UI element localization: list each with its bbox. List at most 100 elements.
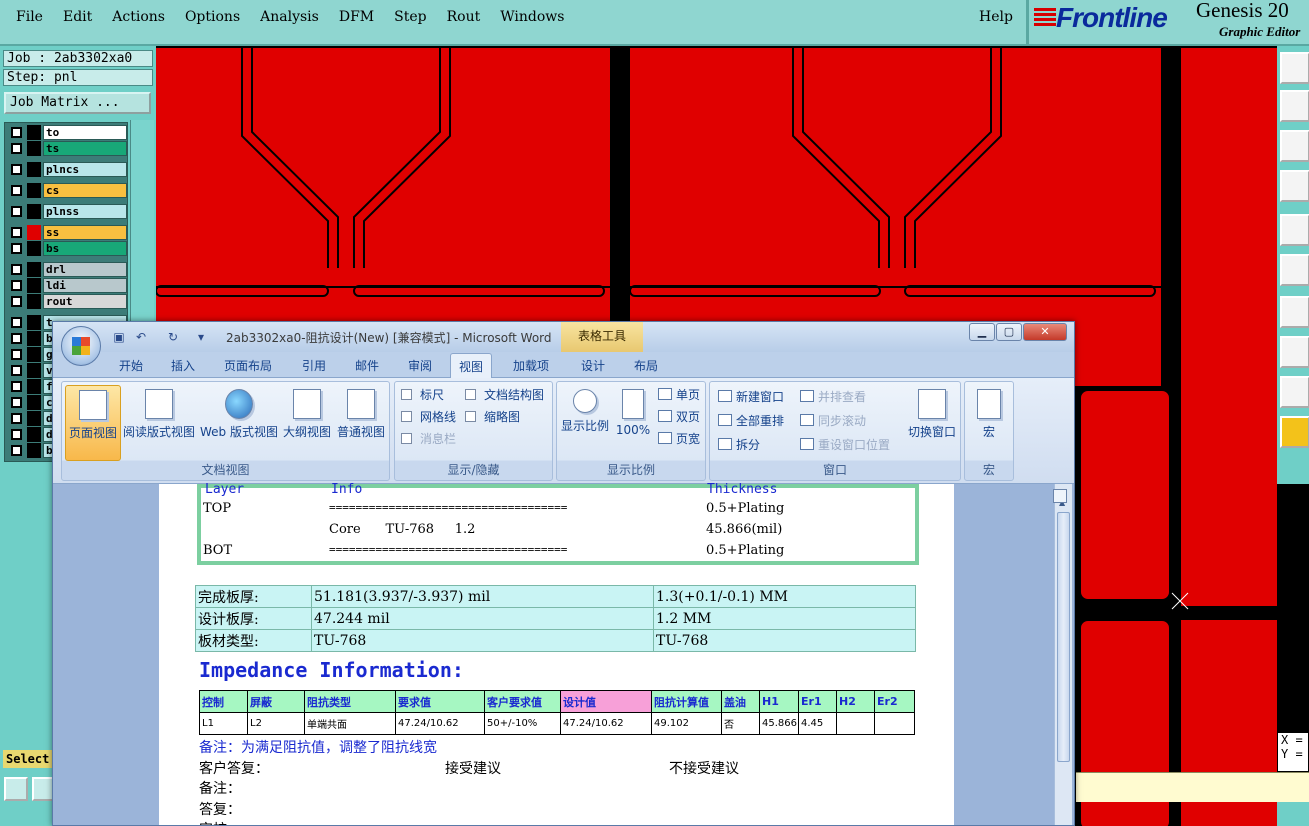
menu-analysis[interactable]: Analysis	[260, 9, 319, 25]
layer-row[interactable]: bs	[7, 241, 127, 256]
layer-checkbox[interactable]	[11, 381, 22, 392]
layer-row[interactable]: ss	[7, 225, 127, 240]
tab-insert[interactable]: 插入	[171, 357, 195, 374]
tab-review[interactable]: 审阅	[408, 357, 432, 374]
layer-color-swatch[interactable]	[27, 241, 41, 256]
layer-row[interactable]: ts	[7, 141, 127, 156]
switch-windows-button[interactable]: 切换窗口	[904, 385, 960, 461]
document-scrollbar[interactable]: ▲	[1054, 484, 1072, 825]
layer-color-swatch[interactable]	[27, 395, 41, 410]
tab-layout[interactable]: 布局	[634, 357, 658, 374]
menu-actions[interactable]: Actions	[112, 9, 165, 25]
tab-home[interactable]: 开始	[119, 357, 143, 374]
layer-row[interactable]: drl	[7, 262, 127, 277]
layer-name[interactable]: rout	[43, 294, 127, 309]
undo-icon[interactable]: ↶	[133, 329, 149, 345]
layer-name[interactable]: plncs	[43, 162, 127, 177]
tab-design[interactable]: 设计	[581, 357, 605, 374]
ruler-checkbox[interactable]: 标尺	[401, 386, 444, 404]
layer-checkbox[interactable]	[11, 296, 22, 307]
layer-checkbox[interactable]	[11, 397, 22, 408]
thumbnails-checkbox[interactable]: 缩略图	[465, 408, 520, 426]
menu-options[interactable]: Options	[185, 9, 240, 25]
office-button[interactable]	[61, 326, 101, 366]
layer-checkbox[interactable]	[11, 143, 22, 154]
layer-color-swatch[interactable]	[27, 363, 41, 378]
menu-help[interactable]: Help	[979, 9, 1013, 25]
reset-position-button[interactable]: 重设窗口位置	[800, 436, 890, 454]
layer-checkbox[interactable]	[11, 429, 22, 440]
menu-edit[interactable]: Edit	[63, 9, 92, 25]
select-label[interactable]: Select	[3, 750, 53, 768]
layer-checkbox[interactable]	[11, 264, 22, 275]
layer-name[interactable]: drl	[43, 262, 127, 277]
layer-name[interactable]: to	[43, 125, 127, 140]
job-matrix-button[interactable]: Job Matrix ...	[4, 92, 151, 114]
layer-checkbox[interactable]	[11, 227, 22, 238]
document-page[interactable]: Layer Info Thickness TOP ===============…	[159, 482, 954, 825]
layer-checkbox[interactable]	[11, 445, 22, 456]
layer-color-swatch[interactable]	[27, 411, 41, 426]
menu-dfm[interactable]: DFM	[339, 9, 374, 25]
scroll-thumb[interactable]	[1057, 512, 1070, 762]
minimize-button[interactable]: ▁	[969, 323, 995, 341]
layer-row[interactable]: cs	[7, 183, 127, 198]
draft-button[interactable]: 普通视图	[334, 385, 388, 461]
message-bar-checkbox[interactable]: 消息栏	[401, 430, 456, 448]
layer-color-swatch[interactable]	[27, 225, 41, 240]
sync-scroll-button[interactable]: 同步滚动	[800, 412, 866, 430]
view-ruler-icon[interactable]	[1053, 489, 1067, 503]
print-layout-button[interactable]: 页面视图	[65, 385, 121, 461]
layer-color-swatch[interactable]	[27, 183, 41, 198]
save-icon[interactable]: ▣	[111, 329, 127, 345]
menu-step[interactable]: Step	[394, 9, 426, 25]
menu-windows[interactable]: Windows	[500, 9, 564, 25]
layer-checkbox[interactable]	[11, 317, 22, 328]
layer-checkbox[interactable]	[11, 280, 22, 291]
layer-color-swatch[interactable]	[27, 443, 41, 458]
layer-checkbox[interactable]	[11, 206, 22, 217]
close-button[interactable]: ✕	[1023, 323, 1067, 341]
layer-color-swatch[interactable]	[27, 331, 41, 346]
pad-icon[interactable]	[1280, 214, 1309, 246]
layer-checkbox[interactable]	[11, 127, 22, 138]
layer-color-swatch[interactable]	[27, 379, 41, 394]
maximize-button[interactable]: ▢	[996, 323, 1022, 341]
layer-color-swatch[interactable]	[27, 315, 41, 330]
layer-row[interactable]: ldi	[7, 278, 127, 293]
zoom-area-icon[interactable]	[4, 777, 28, 801]
layer-name[interactable]: ldi	[43, 278, 127, 293]
new-window-button[interactable]: 新建窗口	[718, 388, 784, 406]
line-icon[interactable]	[1280, 296, 1309, 328]
polygon-icon[interactable]	[1280, 376, 1309, 408]
reading-layout-button[interactable]: 阅读版式视图	[123, 385, 195, 461]
macros-button[interactable]: 宏	[967, 385, 1011, 461]
one-page-button[interactable]: 单页	[658, 386, 700, 404]
pointer-icon[interactable]	[1280, 416, 1309, 448]
layer-color-swatch[interactable]	[27, 204, 41, 219]
connect-icon[interactable]	[1280, 254, 1309, 286]
layer-checkbox[interactable]	[11, 413, 22, 424]
layer-row[interactable]: plnss	[7, 204, 127, 219]
layer-color-swatch[interactable]	[27, 162, 41, 177]
layer-color-swatch[interactable]	[27, 125, 41, 140]
layer-checkbox[interactable]	[11, 243, 22, 254]
qat-dropdown-icon[interactable]: ▾	[193, 329, 209, 345]
split-button[interactable]: 拆分	[718, 436, 760, 454]
tab-references[interactable]: 引用	[302, 357, 326, 374]
menu-rout[interactable]: Rout	[447, 9, 481, 25]
layer-color-swatch[interactable]	[27, 347, 41, 362]
move-icon[interactable]	[1280, 52, 1309, 84]
layer-name[interactable]: ss	[43, 225, 127, 240]
layer-row[interactable]: to	[7, 125, 127, 140]
layer-name[interactable]: cs	[43, 183, 127, 198]
layer-color-swatch[interactable]	[27, 262, 41, 277]
surface-icon[interactable]	[1280, 336, 1309, 368]
zoom-button[interactable]: 显示比例	[559, 385, 611, 461]
layer-checkbox[interactable]	[11, 164, 22, 175]
layer-row[interactable]: rout	[7, 294, 127, 309]
layer-name[interactable]: bs	[43, 241, 127, 256]
transform-icon[interactable]	[1280, 170, 1309, 202]
outline-button[interactable]: 大纲视图	[281, 385, 333, 461]
side-by-side-button[interactable]: 并排查看	[800, 388, 866, 406]
